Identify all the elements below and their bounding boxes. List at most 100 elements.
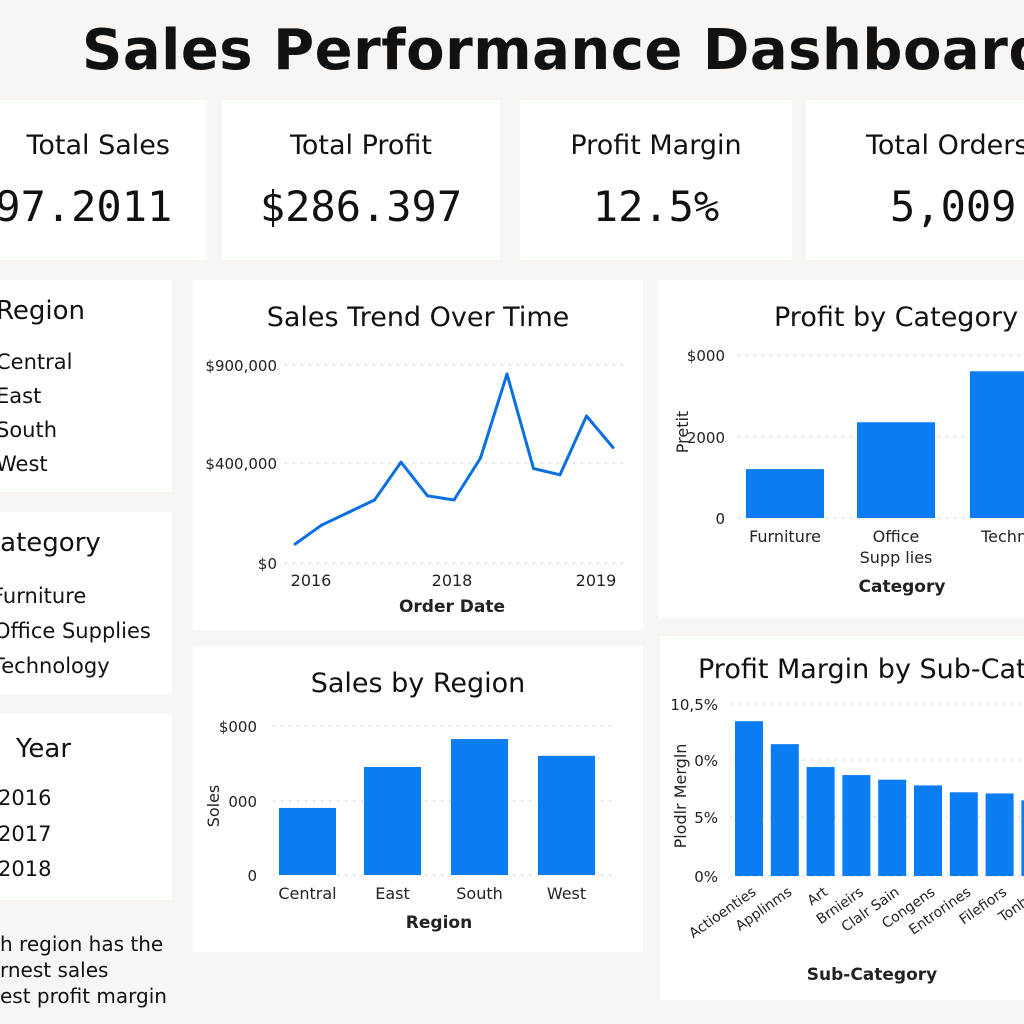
insight-note-line: h region has the — [0, 932, 164, 956]
y-tick-label: $0 — [258, 555, 277, 573]
y-tick-label: $000 — [219, 718, 257, 736]
insight-note-line: est profit margin — [0, 984, 167, 1008]
bar-west — [538, 755, 595, 875]
kpi-label: Total Orders — [866, 130, 1024, 161]
x-tick-label: South — [456, 884, 503, 903]
bar-sub-category — [878, 779, 907, 876]
bar-central — [279, 807, 336, 875]
profit-margin-subcat-card: Profit Margin by Sub-Cate 10,5% 0% 5% 0% Plo… — [660, 636, 1024, 1000]
year-filter-panel: Year 2016 2017 2018 — [0, 714, 172, 900]
y-tick-label: 10,5% — [670, 696, 718, 714]
x-tick-label: 2018 — [432, 571, 473, 590]
bar-sub-category — [949, 792, 978, 876]
region-option-east[interactable]: East — [0, 384, 41, 408]
x-axis-title: Category — [859, 577, 946, 597]
bar-office-supplies — [857, 422, 935, 518]
x-axis-title: Order Date — [399, 597, 505, 617]
year-filter-title: Year — [16, 734, 72, 764]
y-tick-label: 0 — [247, 867, 257, 885]
sales-trend-point — [346, 511, 350, 515]
sales-trend-line — [294, 372, 615, 546]
x-tick-label: 2019 — [576, 571, 617, 590]
sales-trend-point — [399, 460, 403, 464]
y-tick-label: 2000 — [687, 429, 725, 447]
x-tick-label: West — [547, 884, 586, 903]
y-tick-label: $400,000 — [205, 455, 277, 473]
y-tick-label: 0% — [694, 868, 718, 886]
sales-trend-point — [479, 456, 482, 460]
y-tick-label: 5% — [694, 809, 718, 827]
region-option-central[interactable]: Central — [0, 350, 72, 374]
sales-by-region-chart: $0000000SolesCentral East South WestRegion — [204, 718, 613, 933]
bar-sub-category — [914, 785, 942, 876]
y-tick-label: 0% — [694, 752, 718, 770]
kpi-value: 5,009 — [890, 182, 1017, 231]
sales-trend-point — [320, 523, 323, 527]
sales-trend-point — [611, 446, 615, 449]
kpi-value: 297.2011 — [0, 182, 173, 231]
region-filter-title: Region — [0, 296, 86, 326]
kpi-label: Total Sales — [26, 130, 170, 161]
region-option-west[interactable]: West — [0, 452, 48, 476]
category-option-technology[interactable]: Technology — [0, 654, 110, 678]
y-tick-label: 000 — [228, 793, 257, 811]
kpi-value: 12.5% — [592, 182, 720, 231]
bar-techno — [970, 371, 1024, 518]
y-axis-title: Pretit — [673, 411, 692, 453]
sales-trend-point — [426, 494, 429, 498]
sales-trend-card: Sales Trend Over Time $900,000 $400,000 $0… — [193, 280, 643, 630]
sales-trend-point — [293, 542, 297, 546]
bar-sub-category — [842, 775, 871, 876]
sales-trend-point — [505, 372, 509, 376]
sales-trend-point — [585, 414, 588, 418]
kpi-label: Total Profit — [289, 130, 433, 161]
x-tick-label: 2016 — [291, 571, 332, 590]
sales-trend-point — [373, 498, 376, 502]
y-tick-label: $900,000 — [205, 357, 277, 375]
category-filter-title: Category — [0, 528, 101, 558]
year-option-2017[interactable]: 2017 — [0, 822, 51, 846]
insight-note-line: rnest sales — [0, 958, 109, 982]
kpi-card-total-sales: Total Sales 297.2011 — [0, 100, 206, 260]
y-tick-label: $000 — [687, 347, 725, 365]
bar-sub-category — [985, 793, 1014, 876]
x-tick-label: Office — [873, 527, 920, 546]
kpi-value: $286.397 — [259, 182, 463, 231]
x-axis-title: Region — [406, 913, 472, 933]
kpi-card-profit-margin: Profit Margin 12.5% — [520, 100, 792, 260]
bar-furniture — [746, 469, 824, 518]
profit-by-category-card: Profit by Category $000 2000 0 Pretit Furnit… — [658, 280, 1024, 618]
category-option-furniture[interactable]: Furniture — [0, 584, 86, 608]
x-tick-label: Furniture — [749, 527, 821, 546]
kpi-label: Profit Margin — [570, 130, 742, 161]
sales-trend-point — [532, 467, 535, 470]
bar-sub-category — [806, 767, 835, 876]
region-filter-panel: Region Central East South West — [0, 280, 172, 492]
page-title: Sales Performance Dashboard — [82, 18, 1024, 83]
bar-sub-category — [770, 744, 799, 876]
y-axis-title: Soles — [204, 785, 223, 828]
region-option-south[interactable]: South — [0, 418, 57, 442]
sales-trend-point — [558, 473, 562, 477]
year-option-2016[interactable]: 2016 — [0, 786, 51, 810]
sales-trend-chart: $900,000 $400,000 $0 2016 2018 2019 Order Date — [205, 357, 625, 617]
year-option-2018[interactable]: 2018 — [0, 857, 51, 881]
x-tick-label: Central — [278, 884, 336, 903]
x-axis-title: Sub-Category — [807, 965, 938, 985]
profit-by-category-chart: $000 2000 0 Pretit Furniture Office Supp lies T… — [673, 347, 1024, 597]
kpi-card-total-profit: Total Profit $286.397 — [222, 100, 500, 260]
bar-south — [451, 739, 508, 875]
bar-east — [364, 766, 421, 875]
category-filter-panel: Category Furniture Office Supplies Techn… — [0, 512, 172, 694]
category-option-office-supplies[interactable]: Office Supplies — [0, 619, 151, 643]
y-tick-label: 0 — [715, 510, 725, 528]
bar-sub-category — [735, 721, 763, 876]
profit-margin-subcat-chart: 10,5%0%5%0%Plodlr MerglnActioentiesAppli… — [670, 696, 1024, 985]
sales-by-region-card: Sales by Region $000 000 0 Soles Central East… — [193, 646, 643, 952]
y-axis-title: Plodlr Mergln — [671, 744, 690, 849]
x-tick-label: Techno — [980, 527, 1024, 546]
kpi-card-total-orders: Total Orders 5,009 — [806, 100, 1024, 260]
x-tick-label: East — [375, 884, 410, 903]
x-tick-label: Supp lies — [860, 548, 933, 567]
sales-trend-point — [452, 498, 456, 502]
